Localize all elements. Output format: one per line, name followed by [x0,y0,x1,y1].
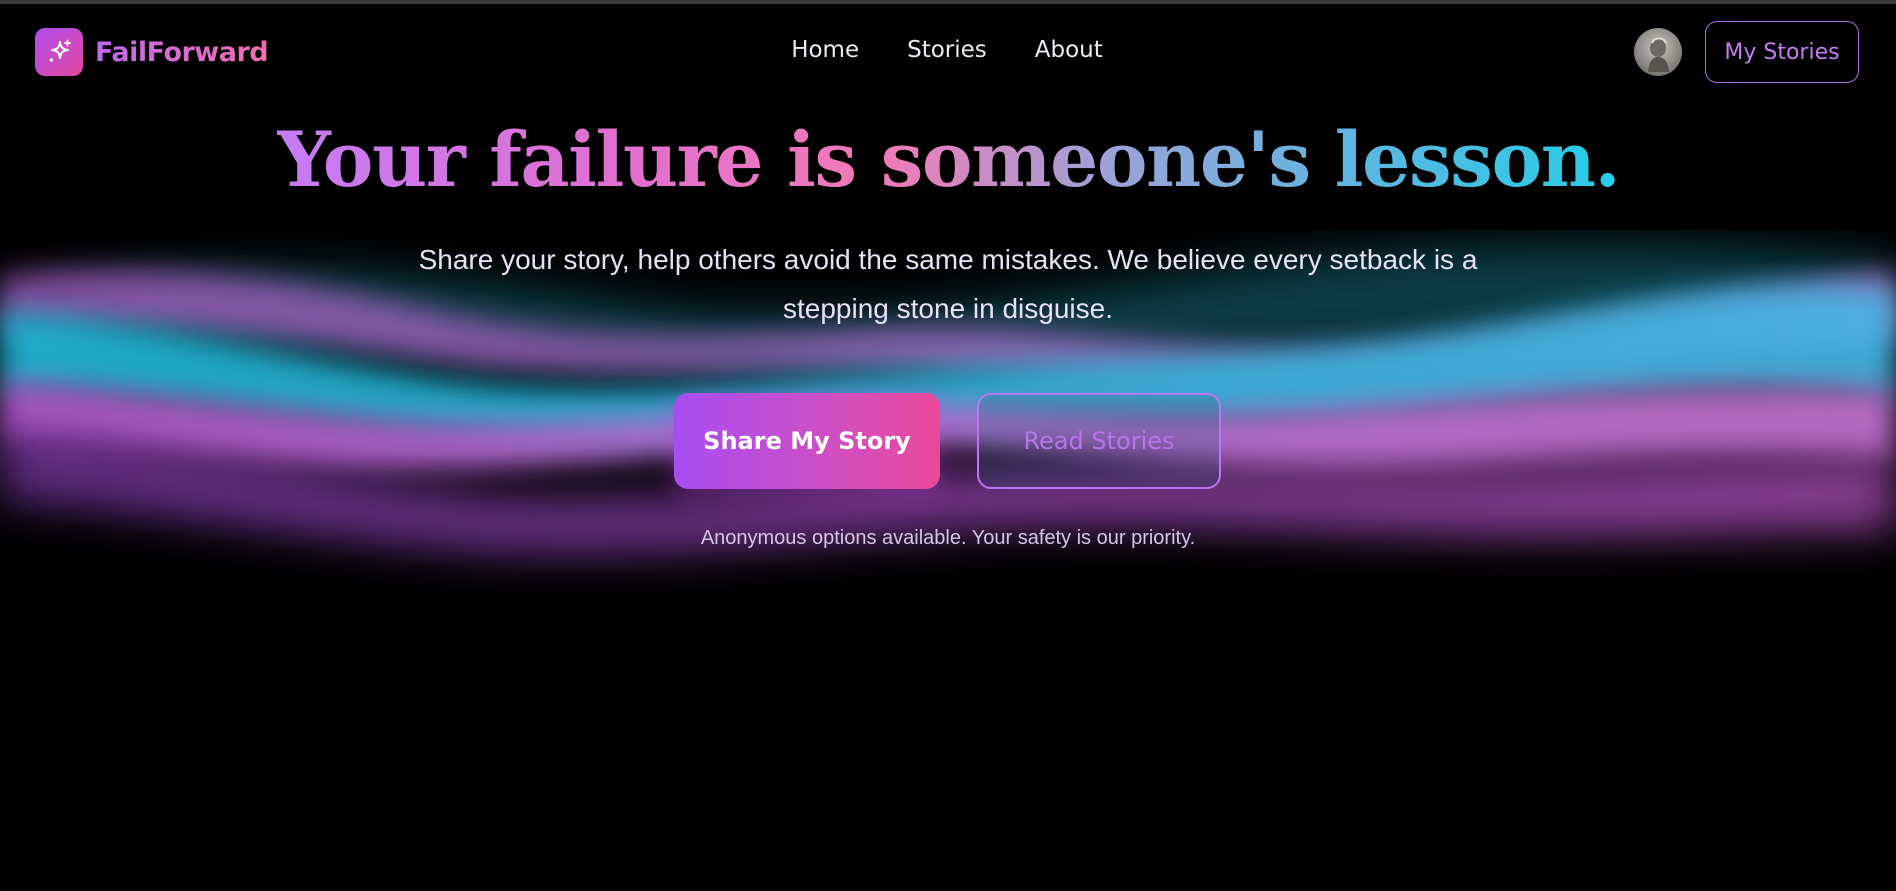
avatar-portrait [1648,37,1669,72]
nav-link-stories[interactable]: Stories [907,37,987,63]
hero-headline: Your failure is someone's lesson. [0,110,1896,210]
my-stories-button[interactable]: My Stories [1705,21,1859,83]
read-stories-button[interactable]: Read Stories [977,393,1221,489]
nav-link-home[interactable]: Home [791,37,859,63]
sparkles-icon [35,28,83,76]
page: FailForward Home Stories About My Storie… [0,0,1896,891]
nav-link-about[interactable]: About [1035,37,1103,63]
brand-logo-link[interactable]: FailForward [35,28,269,76]
privacy-note: Anonymous options available. Your safety… [700,527,1196,549]
main-nav: Home Stories About [0,37,1896,63]
hero-headline-text: Your failure is someone's lesson. [276,115,1621,204]
top-navbar: FailForward Home Stories About My Storie… [0,4,1896,98]
brand-name: FailForward [95,36,269,68]
user-avatar[interactable] [1634,28,1682,76]
share-my-story-button[interactable]: Share My Story [674,393,940,489]
hero-subtitle: Share your story, help others avoid the … [418,244,1478,324]
